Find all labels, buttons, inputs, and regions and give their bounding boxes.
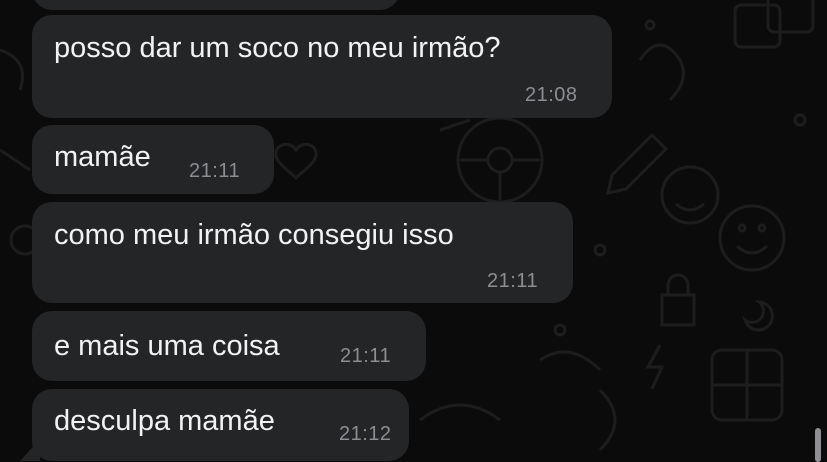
scrollbar[interactable] [815,428,821,462]
heart-icon [274,142,318,181]
calendar-icon [733,3,782,49]
lightning-icon [645,344,665,390]
smiley-icon [660,165,720,225]
message-timestamp: 21:08 [525,84,578,106]
moon-icon [742,300,774,332]
message-text: posso dar um soco no meu irmão? [54,32,501,64]
message-text: como meu irmão consegiu isso [54,219,454,251]
message-bubble[interactable] [32,0,400,10]
pencil-icon [606,132,669,195]
message-timestamp: 21:12 [339,423,392,445]
message-timestamp: 21:11 [189,160,241,182]
message-timestamp: 21:11 [487,270,539,292]
message-text: e mais uma coisa [54,330,280,362]
lock-icon [660,273,696,327]
message-timestamp: 21:11 [340,345,392,367]
message-text: desculpa mamãe [54,405,275,437]
smiley-icon [718,204,786,272]
message-text: mamãe [54,141,151,173]
